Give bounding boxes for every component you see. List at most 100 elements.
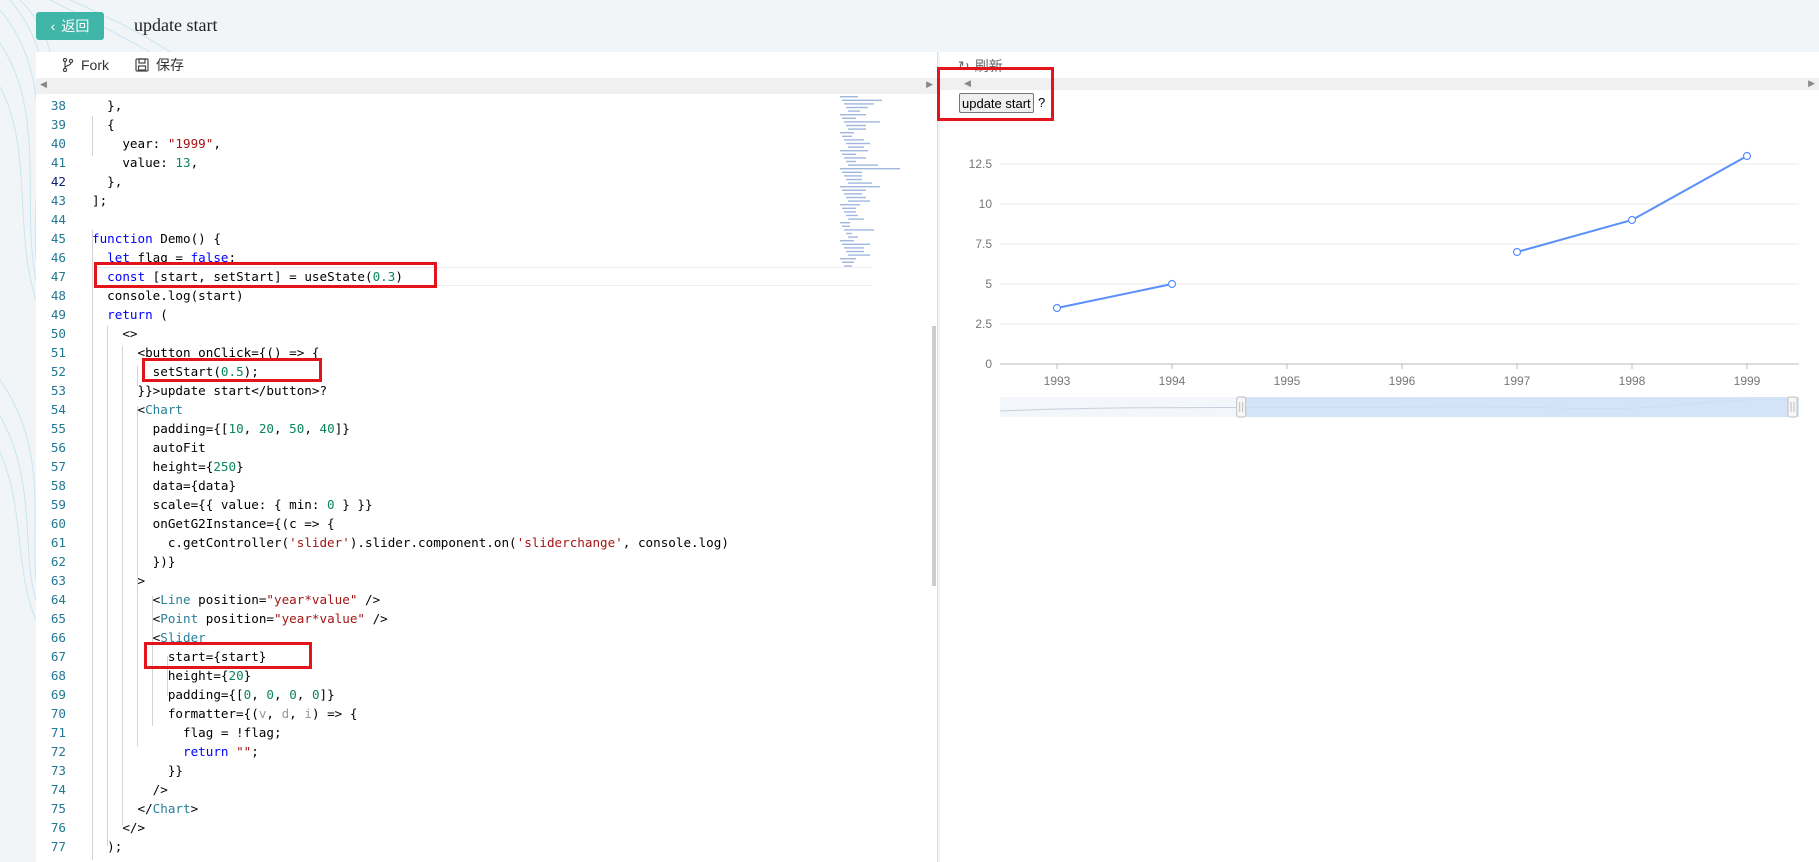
page-header: ‹ 返回 update start: [0, 0, 1819, 52]
scroll-right-icon[interactable]: ▶: [926, 79, 933, 90]
fork-button[interactable]: Fork: [62, 57, 109, 73]
highlight-update-button: [937, 67, 1054, 121]
line-number: 57: [50, 459, 66, 474]
line-number: 73: [50, 763, 66, 778]
line-number: 45: [50, 231, 66, 246]
line-number: 66: [50, 630, 66, 645]
code-text: },: [92, 174, 123, 189]
code-text: console.log(start): [92, 288, 244, 303]
code-text: height={250}: [92, 459, 244, 474]
data-point: [1512, 247, 1522, 257]
code-line[interactable]: 74 />: [36, 780, 836, 799]
scroll-right-icon[interactable]: ▶: [1808, 78, 1815, 89]
code-text: </>: [92, 820, 146, 835]
x-tick-label: 1997: [1504, 374, 1531, 388]
line-number: 59: [50, 497, 66, 512]
code-line[interactable]: 58 data={data}: [36, 476, 836, 495]
code-line[interactable]: 42 },: [36, 172, 836, 191]
line-number: 71: [50, 725, 66, 740]
code-line[interactable]: 41 value: 13,: [36, 153, 836, 172]
code-text: );: [92, 839, 123, 854]
line-number: 43: [50, 193, 66, 208]
line-number: 70: [50, 706, 66, 721]
save-button[interactable]: 保存: [135, 55, 184, 75]
editor-toolbar: Fork 保存: [36, 52, 937, 78]
code-text: padding={[0, 0, 0, 0]}: [92, 687, 335, 702]
data-point: [1052, 303, 1062, 313]
code-line[interactable]: 61 c.getController('slider').slider.comp…: [36, 533, 836, 552]
line-number: 42: [50, 174, 66, 189]
code-line[interactable]: 62 })}: [36, 552, 836, 571]
code-line[interactable]: 45 function Demo() {: [36, 229, 836, 248]
code-line[interactable]: 73 }}: [36, 761, 836, 780]
back-button[interactable]: ‹ 返回: [36, 12, 104, 40]
y-tick-label: 0: [985, 357, 992, 371]
code-line[interactable]: 65 <Point position="year*value" />: [36, 609, 836, 628]
editor-vertical-scrollbar[interactable]: [932, 326, 936, 586]
code-line[interactable]: 53 }}>update start</button>?: [36, 381, 836, 400]
line-chart: 0 2.5 5 7.5 10 12.5 1993 1994 1995 1996 1997 1998 19…: [969, 151, 1800, 418]
chevron-left-icon: ‹: [50, 18, 56, 34]
code-line[interactable]: 75 </Chart>: [36, 799, 836, 818]
code-line[interactable]: 50 <>: [36, 324, 836, 343]
code-line[interactable]: 64 <Line position="year*value" />: [36, 590, 836, 609]
code-area[interactable]: 38 }, 39 {40 year: "1999", 41 value: 13, 42…: [36, 96, 938, 862]
code-text: c.getController('slider').slider.compone…: [92, 535, 729, 550]
code-line[interactable]: 59 scale={{ value: { min: 0 } }}: [36, 495, 836, 514]
y-tick-label: 2.5: [975, 317, 992, 331]
code-text: <Line position="year*value" />: [92, 592, 381, 607]
code-text: },: [92, 98, 123, 113]
highlight-setstart: [142, 358, 322, 382]
code-line[interactable]: 63 >: [36, 571, 836, 590]
code-text: padding={[10, 20, 50, 40]}: [92, 421, 350, 436]
code-line[interactable]: 40 year: "1999",: [36, 134, 836, 153]
line-number: 58: [50, 478, 66, 493]
code-line[interactable]: 70 formatter={(v, d, i) => {: [36, 704, 836, 723]
code-minimap[interactable]: [836, 96, 932, 276]
code-line[interactable]: 48 console.log(start): [36, 286, 836, 305]
code-line[interactable]: 55 padding={[10, 20, 50, 40]}: [36, 419, 836, 438]
code-editor-pane: Fork 保存 ◀ ▶ 38 }, 39 {40 year: "1999", 4…: [36, 52, 938, 862]
series-line: [1056, 283, 1173, 309]
line-number: 77: [50, 839, 66, 854]
code-text: function Demo() {: [92, 231, 221, 246]
line-number: 39: [50, 117, 66, 132]
preview-horizontal-scrollbar[interactable]: ◀ ▶: [940, 78, 1819, 90]
code-line[interactable]: 57 height={250}: [36, 457, 836, 476]
y-tick-label: 12.5: [969, 157, 993, 171]
data-point: [1742, 151, 1752, 161]
line-number: 74: [50, 782, 66, 797]
code-line[interactable]: 72 return "";: [36, 742, 836, 761]
code-line[interactable]: 69 padding={[0, 0, 0, 0]}: [36, 685, 836, 704]
code-line[interactable]: 44: [36, 210, 836, 229]
scroll-left-icon[interactable]: ◀: [40, 79, 47, 90]
back-button-label: 返回: [61, 18, 90, 34]
line-number: 38: [50, 98, 66, 113]
code-line[interactable]: 60 onGetG2Instance={(c => {: [36, 514, 836, 533]
code-text: })}: [92, 554, 176, 569]
code-text: year: "1999",: [92, 136, 221, 151]
code-line[interactable]: 38 },: [36, 96, 836, 115]
y-tick-label: 7.5: [975, 237, 992, 251]
code-text: return (: [107, 307, 168, 322]
code-text: ];: [92, 193, 108, 208]
highlight-usestate: [94, 262, 437, 288]
line-number: 52: [50, 364, 66, 379]
editor-horizontal-scrollbar[interactable]: ◀ ▶: [36, 78, 937, 94]
code-text: autoFit: [92, 440, 206, 455]
line-number: 41: [50, 155, 66, 170]
code-line[interactable]: 76 </>: [36, 818, 836, 837]
x-tick-label: 1998: [1619, 374, 1646, 388]
line-number: 65: [50, 611, 66, 626]
line-number: 69: [50, 687, 66, 702]
code-line[interactable]: 56 autoFit: [36, 438, 836, 457]
code-line[interactable]: 49 return (: [36, 305, 836, 324]
line-number: 64: [50, 592, 66, 607]
code-line[interactable]: 77 );: [36, 837, 836, 856]
code-line[interactable]: 71 flag = !flag;: [36, 723, 836, 742]
code-text: formatter={(v, d, i) => {: [92, 706, 358, 721]
line-number: 76: [50, 820, 66, 835]
code-line[interactable]: 39 {: [36, 115, 836, 134]
code-line[interactable]: 54 <Chart: [36, 400, 836, 419]
code-line[interactable]: 43];: [36, 191, 836, 210]
